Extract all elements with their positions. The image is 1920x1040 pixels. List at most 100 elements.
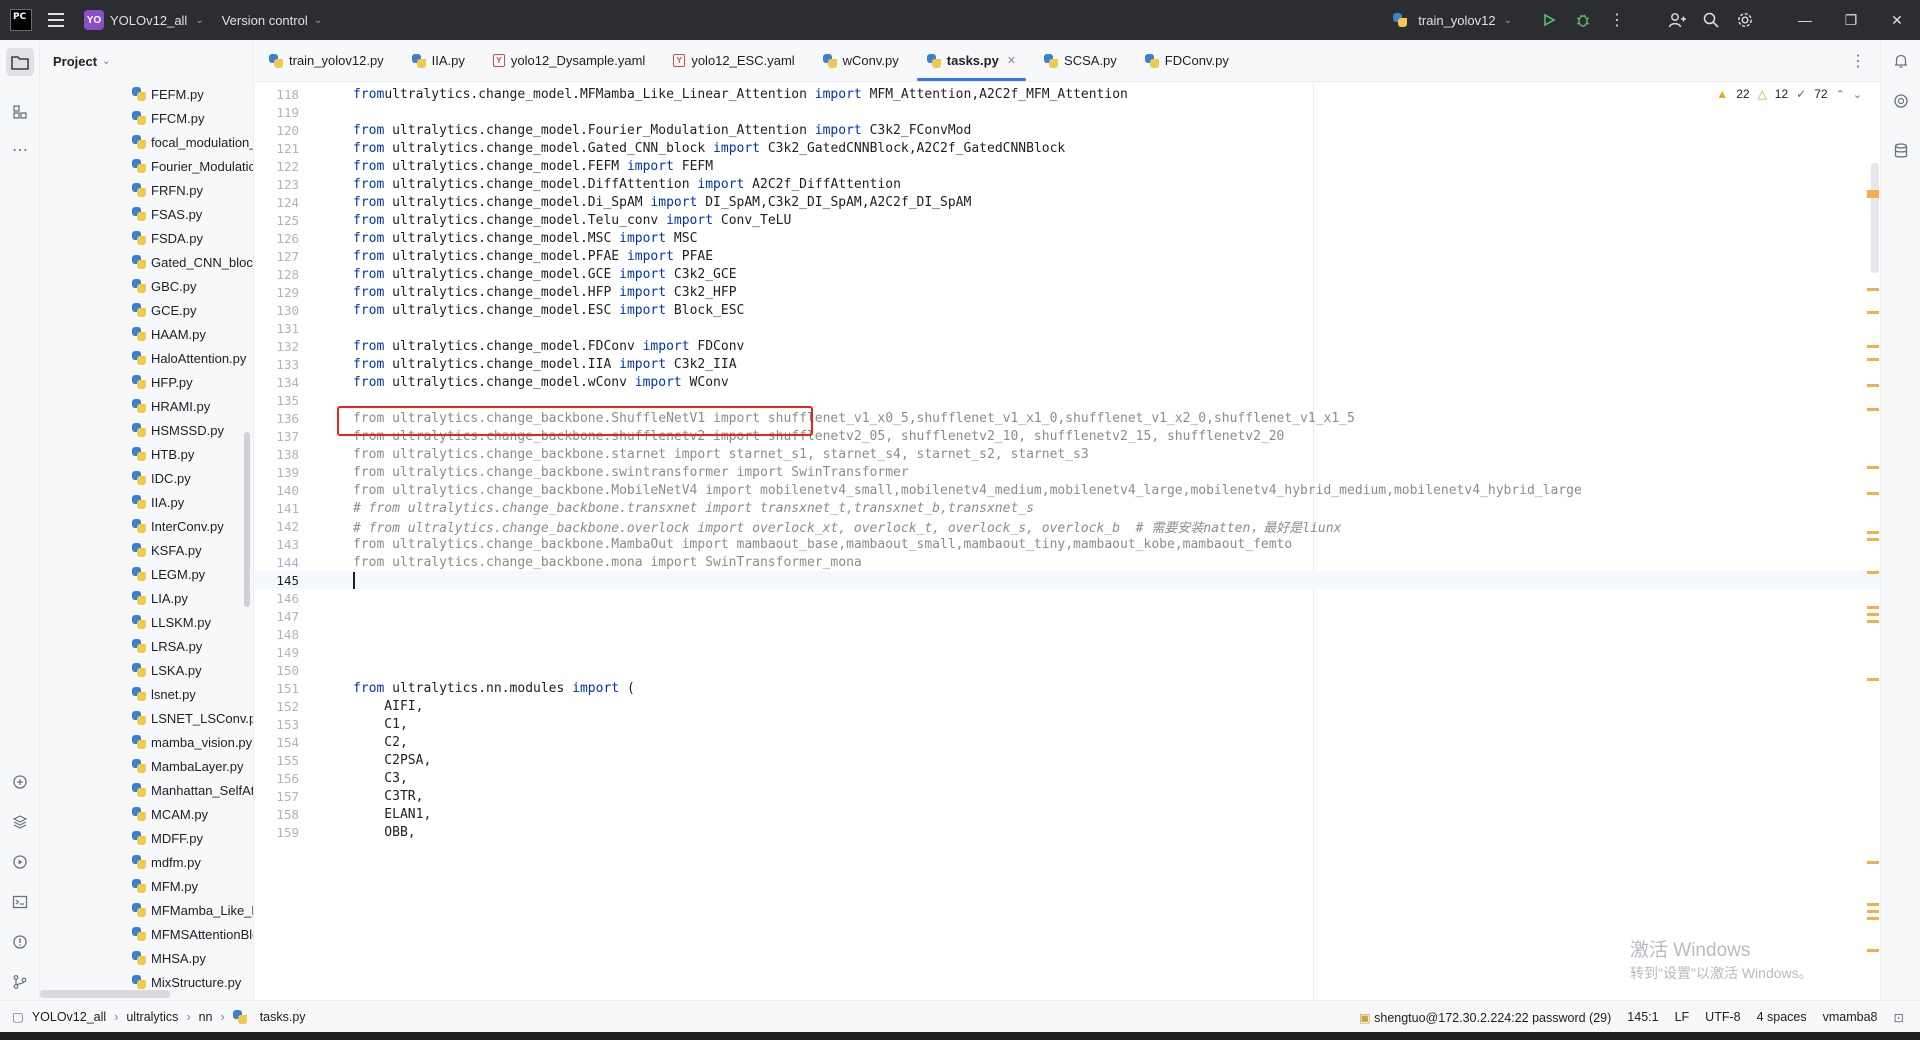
code-line[interactable]: 123 from ultralytics.change_model.DiffAtt… <box>255 175 1880 193</box>
main-menu-icon[interactable] <box>48 0 68 40</box>
file-tree-item[interactable]: FFCM.py <box>40 106 253 130</box>
file-tree-item[interactable]: FSAS.py <box>40 202 253 226</box>
file-tree-item[interactable]: LIA.py <box>40 586 253 610</box>
code-line[interactable]: 119 <box>255 103 1880 121</box>
code-line[interactable]: 146 <box>255 589 1880 607</box>
file-tree-item[interactable]: HRAMI.py <box>40 394 253 418</box>
file-encoding[interactable]: UTF-8 <box>1705 1010 1740 1024</box>
close-window-button[interactable]: ✕ <box>1874 0 1920 40</box>
error-stripe-marker[interactable] <box>1867 538 1879 541</box>
code-line[interactable]: 156 C3, <box>255 769 1880 787</box>
problems-icon[interactable] <box>6 928 34 956</box>
lock-icon[interactable]: ⊡ <box>1894 1010 1904 1025</box>
code-line[interactable]: 158 ELAN1, <box>255 805 1880 823</box>
code-line[interactable]: 122 from ultralytics.change_model.FEFM im… <box>255 157 1880 175</box>
file-tree-item[interactable]: LSKA.py <box>40 658 253 682</box>
inspections-widget[interactable]: ▲ 22 △ 12 ✓ 72 ⌃ ⌄ <box>1716 87 1862 101</box>
code-line[interactable]: 142 # from ultralytics.change_backbone.ov… <box>255 517 1880 536</box>
layers-icon[interactable] <box>6 808 34 836</box>
code-line[interactable]: 131 <box>255 319 1880 337</box>
search-icon[interactable] <box>1694 0 1728 40</box>
project-horizontal-scrollbar[interactable] <box>40 990 170 998</box>
error-stripe-marker[interactable] <box>1867 606 1879 609</box>
code-line[interactable]: 132 from ultralytics.change_model.FDConv … <box>255 337 1880 355</box>
remote-host-widget[interactable]: ▣ shengtuo@172.30.2.224:22 password (29) <box>1359 1010 1611 1025</box>
code-line[interactable]: 155 C2PSA, <box>255 751 1880 769</box>
file-tree-item[interactable]: MFMamba_Like_L <box>40 898 253 922</box>
close-tab-icon[interactable]: ✕ <box>1007 54 1016 67</box>
error-stripe-marker[interactable] <box>1867 531 1879 534</box>
code-line[interactable]: 125 from ultralytics.change_model.Telu_co… <box>255 211 1880 229</box>
file-tree-item[interactable]: HSMSSD.py <box>40 418 253 442</box>
restore-window-button[interactable]: ❐ <box>1828 0 1874 40</box>
code-line[interactable]: 129 from ultralytics.change_model.HFP imp… <box>255 283 1880 301</box>
code-line[interactable]: 130 from ultralytics.change_model.ESC imp… <box>255 301 1880 319</box>
file-tree-item[interactable]: MCAM.py <box>40 802 253 826</box>
file-tree-item[interactable]: IIA.py <box>40 490 253 514</box>
code-line[interactable]: 148 <box>255 625 1880 643</box>
next-highlight-icon[interactable]: ⌄ <box>1853 88 1862 101</box>
code-line[interactable]: 127 from ultralytics.change_model.PFAE im… <box>255 247 1880 265</box>
more-actions-icon[interactable]: ⋮ <box>1600 0 1634 40</box>
error-stripe-marker[interactable] <box>1867 949 1879 952</box>
file-tree-item[interactable]: GBC.py <box>40 274 253 298</box>
code-line[interactable]: 144 from ultralytics.change_backbone.mona… <box>255 553 1880 571</box>
settings-gear-icon[interactable] <box>1728 0 1762 40</box>
editor-tab[interactable]: tasks.py ✕ <box>913 40 1030 81</box>
editor-tab[interactable]: SCSA.py <box>1030 40 1131 81</box>
code-line[interactable]: 153 C1, <box>255 715 1880 733</box>
editor-tab[interactable]: FDConv.py <box>1131 40 1243 81</box>
version-control-menu[interactable]: Version control ⌄ <box>222 13 322 28</box>
file-tree-item[interactable]: LEGM.py <box>40 562 253 586</box>
editor-tab[interactable]: train_yolov12.py <box>255 40 398 81</box>
code-line[interactable]: 152 AIFI, <box>255 697 1880 715</box>
structure-icon[interactable] <box>6 98 34 126</box>
error-stripe-marker[interactable] <box>1867 861 1879 864</box>
project-folder-icon[interactable] <box>6 48 34 76</box>
code-line[interactable]: 124 from ultralytics.change_model.Di_SpAM… <box>255 193 1880 211</box>
error-stripe-marker[interactable] <box>1867 613 1879 616</box>
line-separator[interactable]: LF <box>1675 1010 1690 1024</box>
database-icon[interactable] <box>1888 138 1914 164</box>
file-tree-item[interactable]: LRSA.py <box>40 634 253 658</box>
editor-vertical-scrollbar[interactable] <box>1871 163 1879 273</box>
run-configuration-selector[interactable]: train_yolov12 ⌄ <box>1393 13 1512 28</box>
file-tree-item[interactable]: mamba_vision.py <box>40 730 253 754</box>
file-tree-item[interactable]: Manhattan_SelfAtt <box>40 778 253 802</box>
breadcrumb-item[interactable]: nn <box>199 1010 213 1024</box>
file-tree-item[interactable]: HAAM.py <box>40 322 253 346</box>
code-line[interactable]: 128 from ultralytics.change_model.GCE imp… <box>255 265 1880 283</box>
file-tree-item[interactable]: IDC.py <box>40 466 253 490</box>
project-panel-header[interactable]: Project ⌄ <box>40 40 253 82</box>
error-stripe-marker[interactable] <box>1867 408 1879 411</box>
error-stripe-marker[interactable] <box>1867 358 1879 361</box>
debug-button[interactable] <box>1566 0 1600 40</box>
run-button[interactable] <box>1532 0 1566 40</box>
file-tree-item[interactable]: FRFN.py <box>40 178 253 202</box>
file-tree-item[interactable]: MFMSAttentionBlc <box>40 922 253 946</box>
code-line[interactable]: 134 from ultralytics.change_model.wConv i… <box>255 373 1880 391</box>
editor-tab[interactable]: IIA.py <box>398 40 479 81</box>
ai-assistant-icon[interactable] <box>1888 88 1914 114</box>
code-line[interactable]: 121 from ultralytics.change_model.Gated_C… <box>255 139 1880 157</box>
error-stripe-marker[interactable] <box>1867 910 1879 913</box>
services-icon[interactable] <box>6 848 34 876</box>
previous-highlight-icon[interactable]: ⌃ <box>1836 88 1845 101</box>
code-line[interactable]: 120 from ultralytics.change_model.Fourier… <box>255 121 1880 139</box>
notifications-bell-icon[interactable] <box>1888 48 1914 74</box>
minimize-window-button[interactable]: — <box>1782 0 1828 40</box>
code-line[interactable]: 133 from ultralytics.change_model.IIA imp… <box>255 355 1880 373</box>
file-tree-item[interactable]: focal_modulation_ <box>40 130 253 154</box>
error-stripe-marker[interactable] <box>1867 678 1879 681</box>
error-stripe-marker[interactable] <box>1867 917 1879 920</box>
more-tools-icon[interactable]: ⋯ <box>6 136 34 164</box>
code-line[interactable]: 139 from ultralytics.change_backbone.swin… <box>255 463 1880 481</box>
code-line[interactable]: 141 # from ultralytics.change_backbone.tr… <box>255 499 1880 517</box>
file-tree-item[interactable]: FSDA.py <box>40 226 253 250</box>
file-tree-item[interactable]: Gated_CNN_block <box>40 250 253 274</box>
error-stripe-marker[interactable] <box>1867 620 1879 623</box>
error-stripe-marker[interactable] <box>1867 492 1879 495</box>
error-stripe-marker[interactable] <box>1867 311 1879 314</box>
indent-setting[interactable]: 4 spaces <box>1757 1010 1807 1024</box>
editor-tab[interactable]: Yyolo12_Dysample.yaml <box>479 40 659 81</box>
